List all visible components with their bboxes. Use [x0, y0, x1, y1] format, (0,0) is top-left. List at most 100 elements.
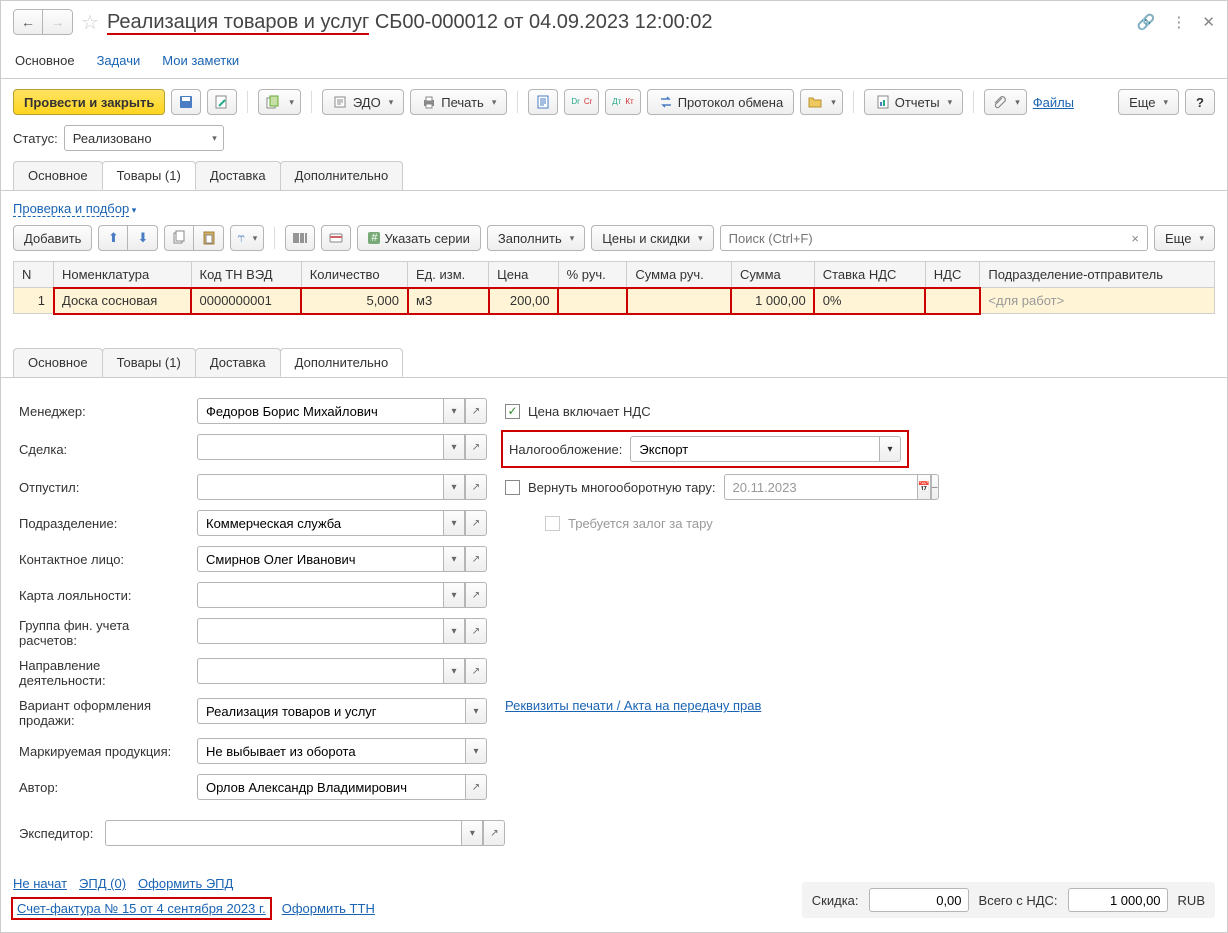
return-date-input[interactable] [724, 474, 917, 500]
loyalty-open-button[interactable]: ↗ [465, 582, 487, 608]
division-open-button[interactable]: ↗ [465, 510, 487, 536]
table-search-input[interactable] [721, 231, 1124, 246]
top-tab-main[interactable]: Основное [13, 47, 77, 78]
col-n[interactable]: N [14, 262, 54, 288]
contact-dropdown-button[interactable]: ▾ [443, 546, 465, 572]
clear-search-button[interactable]: × [1123, 231, 1147, 246]
print-dropdown-button[interactable]: Печать [410, 89, 507, 115]
close-icon[interactable]: ✕ [1202, 13, 1215, 31]
copy-row-button[interactable] [164, 225, 194, 251]
tab-extra-2[interactable]: Дополнительно [280, 348, 404, 377]
help-button[interactable]: ? [1185, 89, 1215, 115]
set-series-button[interactable]: #Указать серии [357, 225, 481, 251]
activity-input[interactable] [197, 658, 443, 684]
col-name[interactable]: Номенклатура [54, 262, 192, 288]
barcode-button[interactable] [285, 225, 315, 251]
deal-open-button[interactable]: ↗ [465, 434, 487, 460]
manager-dropdown-button[interactable]: ▾ [443, 398, 465, 424]
marking-dropdown-button[interactable]: ▾ [465, 738, 487, 764]
more-button[interactable]: Еще [1118, 89, 1179, 115]
total-value[interactable] [1068, 888, 1168, 912]
copy-dropdown-button[interactable] [258, 89, 301, 115]
epd-link[interactable]: ЭПД (0) [79, 876, 126, 891]
deal-dropdown-button[interactable]: ▾ [443, 434, 465, 460]
top-tab-notes[interactable]: Мои заметки [160, 47, 241, 78]
nav-back-button[interactable]: ← [13, 9, 43, 35]
loyalty-dropdown-button[interactable]: ▾ [443, 582, 465, 608]
return-date-calendar-button[interactable]: 📅 [917, 474, 931, 500]
activity-dropdown-button[interactable]: ▾ [443, 658, 465, 684]
variant-input[interactable] [197, 698, 465, 724]
issue-ttn-link[interactable]: Оформить ТТН [282, 901, 375, 916]
fill-dropdown-button[interactable]: Заполнить [487, 225, 585, 251]
tab-main-2[interactable]: Основное [13, 348, 103, 377]
exchange-protocol-button[interactable]: Протокол обмена [647, 89, 795, 115]
tax-input[interactable] [630, 436, 879, 462]
table-search-box[interactable]: × [720, 225, 1148, 251]
drkt-icon-button[interactable]: ДтКт [605, 89, 640, 115]
prices-dropdown-button[interactable]: Цены и скидки [591, 225, 713, 251]
favorite-star-icon[interactable]: ☆ [81, 10, 99, 35]
files-link[interactable]: Файлы [1033, 95, 1074, 110]
reports-dropdown-button[interactable]: Отчеты [864, 89, 963, 115]
link-icon[interactable]: 🔗 [1137, 13, 1156, 31]
top-tab-tasks[interactable]: Задачи [95, 47, 143, 78]
table-row[interactable]: 1 Доска сосновая 0000000001 5,000 м3 200… [14, 288, 1215, 314]
price-incl-vat-checkbox[interactable]: ✓ [505, 404, 520, 419]
nav-forward-button[interactable]: → [43, 9, 73, 35]
released-open-button[interactable]: ↗ [465, 474, 487, 500]
tab-delivery-2[interactable]: Доставка [195, 348, 281, 377]
author-input[interactable] [197, 774, 465, 800]
post-icon-button[interactable] [207, 89, 237, 115]
post-and-close-button[interactable]: Провести и закрыть [13, 89, 165, 115]
forwarder-open-button[interactable]: ↗ [483, 820, 505, 846]
paste-row-button[interactable] [194, 225, 224, 251]
table-more-button[interactable]: Еще [1154, 225, 1215, 251]
drcr-icon-button[interactable]: DrCr [564, 89, 599, 115]
fingroup-input[interactable] [197, 618, 443, 644]
loyalty-input[interactable] [197, 582, 443, 608]
tab-main-1[interactable]: Основное [13, 161, 103, 190]
tab-extra-1[interactable]: Дополнительно [280, 161, 404, 190]
tab-goods-2[interactable]: Товары (1) [102, 348, 196, 377]
move-up-button[interactable]: ⬆ [98, 225, 128, 251]
division-input[interactable] [197, 510, 443, 536]
share-dropdown-button[interactable]: ⥾ [230, 225, 264, 251]
tab-goods-1[interactable]: Товары (1) [102, 161, 196, 190]
deal-input[interactable] [197, 434, 443, 460]
col-uom[interactable]: Ед. изм. [408, 262, 489, 288]
forwarder-dropdown-button[interactable]: ▾ [461, 820, 483, 846]
status-select[interactable]: Реализовано [64, 125, 224, 151]
variant-dropdown-button[interactable]: ▾ [465, 698, 487, 724]
forwarder-input[interactable] [105, 820, 461, 846]
issue-epd-link[interactable]: Оформить ЭПД [138, 876, 233, 891]
activity-open-button[interactable]: ↗ [465, 658, 487, 684]
released-dropdown-button[interactable]: ▾ [443, 474, 465, 500]
contact-open-button[interactable]: ↗ [465, 546, 487, 572]
manager-open-button[interactable]: ↗ [465, 398, 487, 424]
edo-dropdown-button[interactable]: ЭДО [322, 89, 404, 115]
col-price[interactable]: Цена [489, 262, 558, 288]
col-summan[interactable]: Сумма руч. [627, 262, 732, 288]
not-started-link[interactable]: Не начат [13, 876, 67, 891]
fingroup-open-button[interactable]: ↗ [465, 618, 487, 644]
folder-dropdown-button[interactable] [800, 89, 843, 115]
col-sum[interactable]: Сумма [731, 262, 814, 288]
col-division[interactable]: Подразделение-отправитель [980, 262, 1215, 288]
col-qty[interactable]: Количество [301, 262, 407, 288]
return-tare-checkbox[interactable] [505, 480, 520, 495]
return-date-clear-button[interactable]: – [931, 474, 939, 500]
division-dropdown-button[interactable]: ▾ [443, 510, 465, 536]
tab-delivery-1[interactable]: Доставка [195, 161, 281, 190]
released-input[interactable] [197, 474, 443, 500]
tax-dropdown-button[interactable]: ▾ [879, 436, 901, 462]
kebab-menu-icon[interactable]: ⋮ [1171, 13, 1186, 31]
marking-input[interactable] [197, 738, 465, 764]
author-open-button[interactable]: ↗ [465, 774, 487, 800]
check-and-select-link[interactable]: Проверка и подбор [13, 202, 129, 217]
save-icon-button[interactable] [171, 89, 201, 115]
fingroup-dropdown-button[interactable]: ▾ [443, 618, 465, 644]
card-button[interactable] [321, 225, 351, 251]
add-row-button[interactable]: Добавить [13, 225, 92, 251]
col-pct[interactable]: % руч. [558, 262, 627, 288]
